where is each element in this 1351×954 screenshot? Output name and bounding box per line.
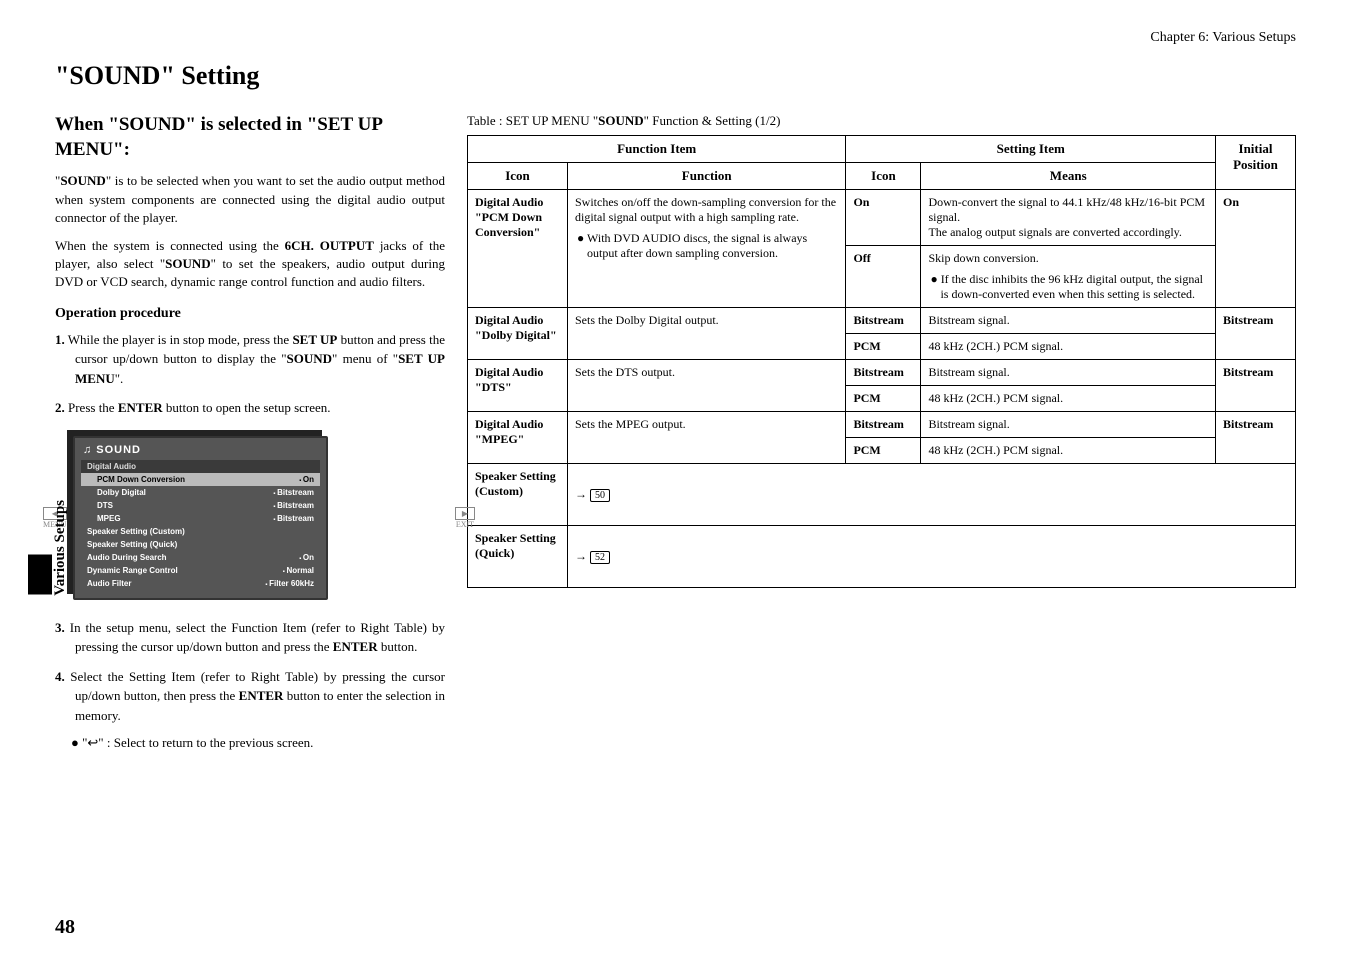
- cell-setting-icon: Bitstream: [846, 308, 921, 334]
- page-number: 48: [55, 916, 75, 939]
- th-setting-item: Setting Item: [846, 136, 1216, 163]
- cell-initial: Bitstream: [1216, 412, 1296, 464]
- cell-initial: Bitstream: [1216, 360, 1296, 412]
- cell-page-ref: → 50: [568, 464, 1296, 526]
- chapter-label: Chapter 6: Various Setups: [55, 30, 1296, 46]
- osd-row: PCM Down ConversionOn: [81, 473, 320, 486]
- cell-means: Down-convert the signal to 44.1 kHz/48 k…: [921, 190, 1216, 246]
- osd-section-digital-audio: Digital Audio: [81, 460, 320, 473]
- function-setting-table: Function Item Setting Item Initial Posit…: [467, 135, 1296, 588]
- intro-paragraph-1: "SOUND" is to be selected when you want …: [55, 172, 445, 227]
- cell-means: 48 kHz (2CH.) PCM signal.: [921, 334, 1216, 360]
- osd-row: DTSBitstream: [81, 499, 320, 512]
- cell-setting-icon: PCM: [846, 334, 921, 360]
- step-4: 4. Select the Setting Item (refer to Rig…: [55, 667, 445, 726]
- cell-initial: Bitstream: [1216, 308, 1296, 360]
- cell-setting-icon: PCM: [846, 438, 921, 464]
- cell-means: Bitstream signal.: [921, 360, 1216, 386]
- cell-initial: On: [1216, 190, 1296, 308]
- text-bold: SOUND: [287, 351, 333, 366]
- side-tab-icon: [28, 555, 52, 595]
- cell-icon: Digital Audio "MPEG": [468, 412, 568, 464]
- cell-icon: Digital Audio "PCM Down Conversion": [468, 190, 568, 308]
- osd-row: Speaker Setting (Quick): [81, 538, 320, 551]
- cell-function: Switches on/off the down-sampling conver…: [568, 190, 846, 308]
- text-bold: SOUND: [165, 256, 211, 271]
- cell-function: Sets the MPEG output.: [568, 412, 846, 464]
- cell-icon: Digital Audio "DTS": [468, 360, 568, 412]
- text: " menu of ": [332, 351, 398, 366]
- text-bold: 6CH. OUTPUT: [285, 238, 374, 253]
- cell-means: 48 kHz (2CH.) PCM signal.: [921, 386, 1216, 412]
- th-icon: Icon: [468, 163, 568, 190]
- step-1: 1. While the player is in stop mode, pre…: [55, 330, 445, 389]
- return-note: ● "↩" : Select to return to the previous…: [55, 735, 445, 751]
- step-number: 4.: [55, 669, 65, 684]
- intro-paragraph-2: When the system is connected using the 6…: [55, 237, 445, 292]
- th-means: Means: [921, 163, 1216, 190]
- osd-row: Audio During SearchOn: [81, 551, 320, 564]
- step-number: 3.: [55, 620, 65, 635]
- cell-means: Skip down conversion. ● If the disc inhi…: [921, 246, 1216, 308]
- text: When the system is connected using the: [55, 238, 285, 253]
- table-caption: Table : SET UP MENU "SOUND" Function & S…: [467, 113, 1296, 129]
- cell-means: 48 kHz (2CH.) PCM signal.: [921, 438, 1216, 464]
- osd-row: Dolby DigitalBitstream: [81, 486, 320, 499]
- step-3: 3. In the setup menu, select the Functio…: [55, 618, 445, 657]
- cell-function: Sets the Dolby Digital output.: [568, 308, 846, 360]
- th-function-item: Function Item: [468, 136, 846, 163]
- exit-right-icon: ▶ EXIT: [455, 507, 475, 529]
- text: Press the: [65, 400, 118, 415]
- left-column: When "SOUND" is selected in "SET UP MENU…: [55, 113, 445, 751]
- text: While the player is in stop mode, press …: [65, 332, 293, 347]
- text: ".: [115, 371, 124, 386]
- osd-row: Audio FilterFilter 60kHz: [81, 577, 320, 590]
- text: button to open the setup screen.: [163, 400, 331, 415]
- th-icon: Icon: [846, 163, 921, 190]
- cell-means: Bitstream signal.: [921, 308, 1216, 334]
- osd-row: MPEGBitstream: [81, 512, 320, 525]
- cell-icon: Digital Audio "Dolby Digital": [468, 308, 568, 360]
- text-bold: SOUND: [60, 173, 106, 188]
- text-bold: ENTER: [239, 688, 284, 703]
- step-number: 2.: [55, 400, 65, 415]
- osd-row: Dynamic Range ControlNormal: [81, 564, 320, 577]
- osd-row: Speaker Setting (Custom): [81, 525, 320, 538]
- cell-page-ref: → 52: [568, 526, 1296, 588]
- cell-setting-icon: Bitstream: [846, 360, 921, 386]
- operation-procedure-heading: Operation procedure: [55, 306, 445, 322]
- th-function: Function: [568, 163, 846, 190]
- cell-icon: Speaker Setting (Quick): [468, 526, 568, 588]
- text: " is to be selected when you want to set…: [55, 173, 445, 224]
- cell-setting-icon: Bitstream: [846, 412, 921, 438]
- cell-setting-icon: On: [846, 190, 921, 246]
- cell-setting-icon: PCM: [846, 386, 921, 412]
- cell-setting-icon: Off: [846, 246, 921, 308]
- text: button.: [378, 639, 418, 654]
- text-bold: ENTER: [333, 639, 378, 654]
- text-bold: ENTER: [118, 400, 163, 415]
- section-heading: When "SOUND" is selected in "SET UP MENU…: [55, 113, 445, 162]
- sound-icon: ♫: [83, 444, 92, 456]
- osd-title: ♫ SOUND: [81, 442, 320, 460]
- page-title: "SOUND" Setting: [55, 61, 1296, 91]
- step-number: 1.: [55, 332, 65, 347]
- osd-screenshot: ◀ MENU ▶ EXIT ♫ SOUND Digital Audio PCM …: [73, 436, 445, 600]
- step-2: 2. Press the ENTER button to open the se…: [55, 398, 445, 418]
- side-tab-label: Various Setups: [52, 500, 69, 596]
- cell-function: Sets the DTS output.: [568, 360, 846, 412]
- text-bold: SET UP: [292, 332, 337, 347]
- cell-means: Bitstream signal.: [921, 412, 1216, 438]
- th-initial-position: Initial Position: [1216, 136, 1296, 190]
- right-column: Table : SET UP MENU "SOUND" Function & S…: [467, 113, 1296, 751]
- cell-icon: Speaker Setting (Custom): [468, 464, 568, 526]
